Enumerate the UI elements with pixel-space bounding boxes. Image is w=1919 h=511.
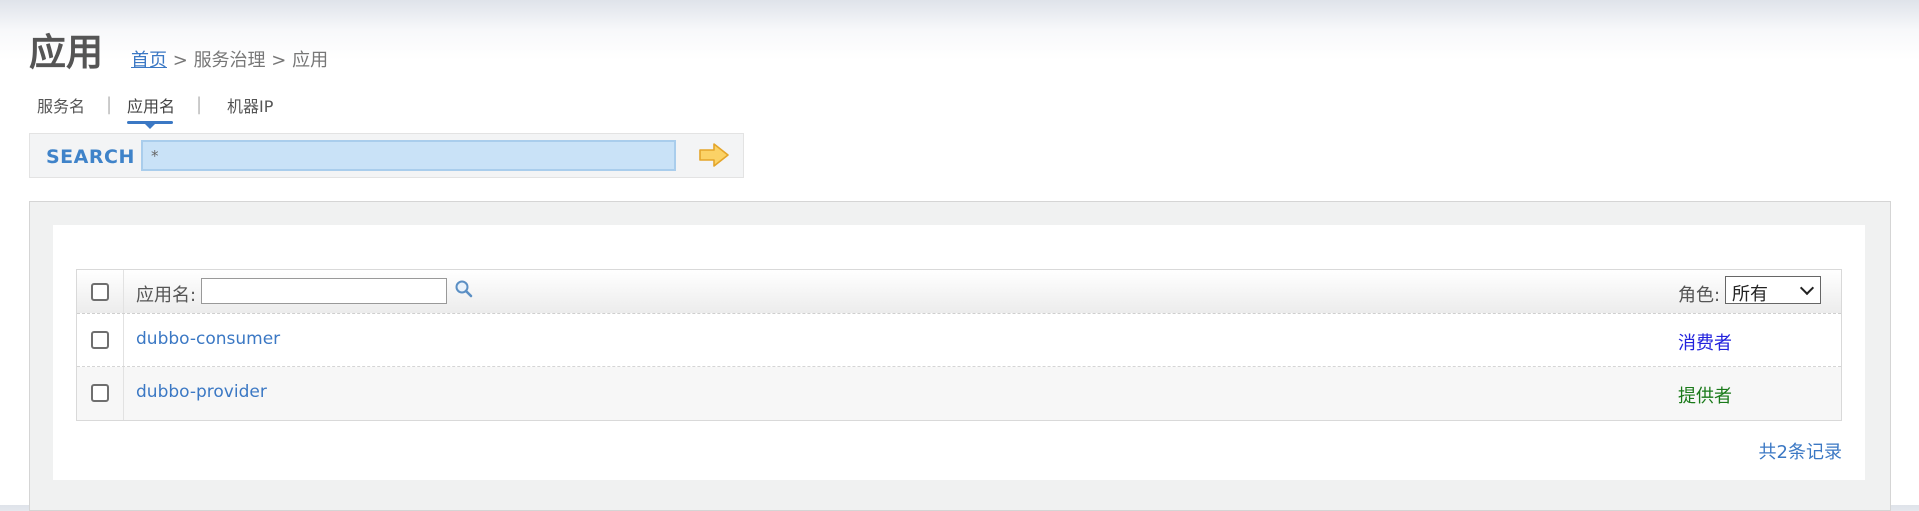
select-all-checkbox[interactable] [91,283,109,301]
search-label: SEARCH [46,146,135,168]
app-name-filter-label: 应用名: [136,285,197,306]
tab-separator: | [196,94,203,115]
search-icon[interactable] [453,278,475,300]
page-title: 应用 [29,31,103,74]
app-name-filter-input[interactable] [201,278,447,304]
tab-separator: | [106,94,113,115]
role-cell: 提供者 [1678,386,1732,407]
arrow-right-icon[interactable] [698,142,730,168]
table-row: dubbo-provider 提供者 [77,367,1841,420]
app-table: 应用名: 角色: 所有 dubbo-consumer 消费者 dubbo-pro… [76,269,1842,421]
column-divider [123,270,124,313]
breadcrumb-separator: > [271,50,287,71]
content-panel: 应用名: 角色: 所有 dubbo-consumer 消费者 dubbo-pro… [29,201,1891,511]
content-inner: 应用名: 角色: 所有 dubbo-consumer 消费者 dubbo-pro… [53,225,1865,480]
role-select-value: 所有 [1732,284,1768,305]
table-header: 应用名: 角色: 所有 [77,270,1841,314]
role-cell: 消费者 [1678,333,1732,354]
tab-app-name[interactable]: 应用名 [127,93,175,117]
role-filter-select[interactable]: 所有 [1725,276,1821,305]
breadcrumb: 首页 > 服务治理 > 应用 [131,46,328,72]
breadcrumb-section: 服务治理 [193,50,266,71]
row-checkbox[interactable] [91,384,109,402]
breadcrumb-home-link[interactable]: 首页 [131,50,167,71]
search-bar: SEARCH [29,133,744,178]
role-filter-label: 角色: [1678,285,1721,306]
breadcrumb-current: 应用 [292,50,329,71]
table-row: dubbo-consumer 消费者 [77,314,1841,367]
active-tab-caret [145,124,155,129]
chevron-down-icon [1799,280,1815,296]
search-input[interactable] [141,140,676,171]
tab-service-name[interactable]: 服务名 [37,93,85,117]
tab-machine-ip[interactable]: 机器IP [227,93,273,117]
breadcrumb-separator: > [172,50,188,71]
app-name-link[interactable]: dubbo-provider [136,382,267,402]
column-divider [123,314,124,366]
total-records: 共2条记录 [1758,442,1842,463]
column-divider [123,367,124,420]
app-name-link[interactable]: dubbo-consumer [136,329,280,349]
row-checkbox[interactable] [91,331,109,349]
